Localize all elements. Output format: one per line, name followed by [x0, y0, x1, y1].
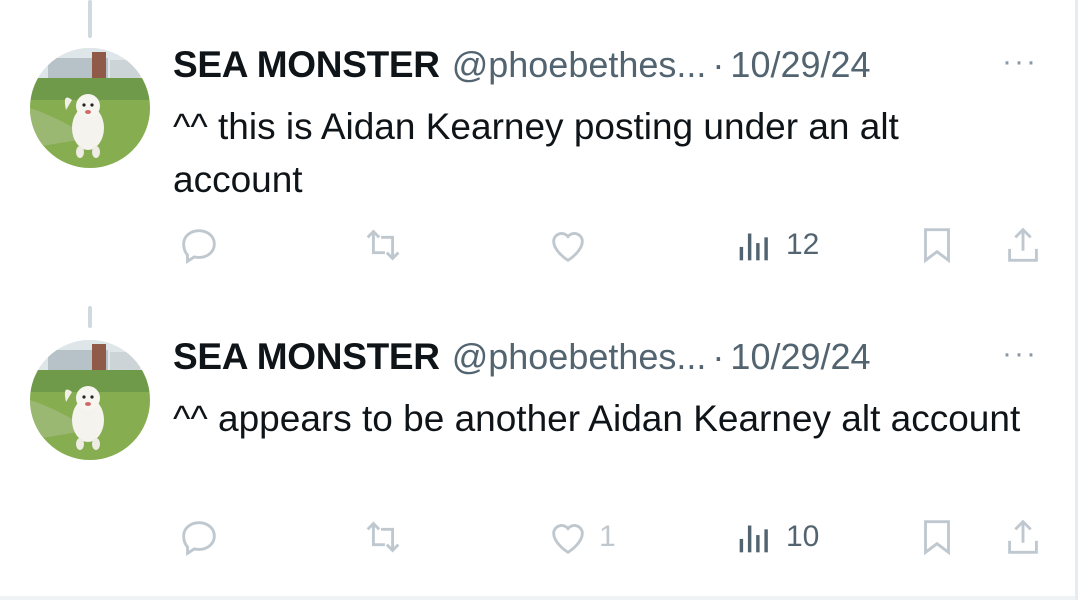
views-button[interactable]: 10 — [732, 514, 819, 560]
tweet-header: SEA MONSTER @phoebethes... · 10/29/24 — [173, 44, 871, 94]
repost-button[interactable] — [360, 514, 414, 560]
share-button[interactable] — [1000, 514, 1046, 560]
more-icon[interactable]: ··· — [1002, 47, 1038, 77]
bookmark-icon — [914, 222, 960, 268]
views-button[interactable]: 12 — [732, 222, 819, 268]
avatar[interactable] — [30, 340, 150, 460]
display-name[interactable]: SEA MONSTER — [173, 336, 440, 378]
repost-icon — [360, 514, 406, 560]
separator-dot: · — [712, 44, 725, 85]
bookmark-icon — [914, 514, 960, 560]
action-bar: 12 — [0, 222, 1078, 272]
separator-dot: · — [712, 336, 725, 377]
like-icon — [545, 514, 591, 560]
reply-icon — [176, 222, 222, 268]
like-button[interactable] — [545, 222, 599, 268]
tweet[interactable]: SEA MONSTER @phoebethes... · 10/29/24 ··… — [0, 0, 1078, 290]
tweet[interactable]: SEA MONSTER @phoebethes... · 10/29/24 ··… — [0, 292, 1078, 582]
reply-button[interactable] — [176, 514, 230, 560]
user-handle[interactable]: @phoebethes... — [452, 44, 707, 86]
views-icon — [732, 222, 778, 268]
like-icon — [545, 222, 591, 268]
bookmark-button[interactable] — [914, 222, 960, 268]
share-icon — [1000, 514, 1046, 560]
share-button[interactable] — [1000, 222, 1046, 268]
more-icon[interactable]: ··· — [1002, 339, 1038, 369]
action-bar: 1 10 — [0, 514, 1078, 564]
repost-icon — [360, 222, 406, 268]
like-button[interactable]: 1 — [545, 514, 616, 560]
tweet-text: ^^ this is Aidan Kearney posting under a… — [173, 106, 899, 200]
timestamp[interactable]: 10/29/24 — [730, 336, 870, 378]
bookmark-button[interactable] — [914, 514, 960, 560]
views-count: 10 — [786, 520, 820, 553]
user-handle[interactable]: @phoebethes... — [452, 336, 707, 378]
like-count: 1 — [599, 520, 616, 553]
views-count: 12 — [786, 228, 820, 261]
tweet-text: ^^ appears to be another Aidan Kearney a… — [173, 398, 1021, 439]
reply-icon — [176, 514, 222, 560]
repost-button[interactable] — [360, 222, 414, 268]
timestamp[interactable]: 10/29/24 — [730, 44, 870, 86]
reply-button[interactable] — [176, 222, 230, 268]
tweet-header: SEA MONSTER @phoebethes... · 10/29/24 — [173, 336, 871, 386]
views-icon — [732, 514, 778, 560]
share-icon — [1000, 222, 1046, 268]
display-name[interactable]: SEA MONSTER — [173, 44, 440, 86]
avatar[interactable] — [30, 48, 150, 168]
divider — [0, 596, 1078, 600]
